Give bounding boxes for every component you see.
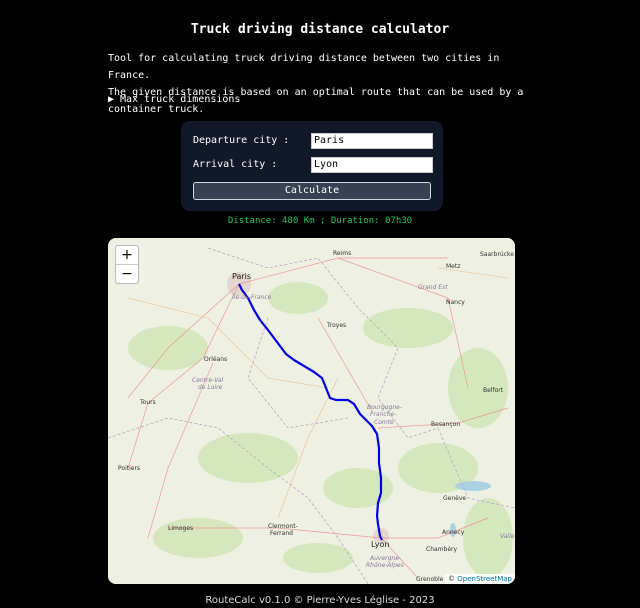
map-label-centre-val: Centre-Val (192, 377, 224, 384)
map-attribution: © OpenStreetMap (445, 574, 515, 584)
truck-dimensions-toggle[interactable]: ▶ Max truck dimensions (108, 94, 240, 105)
zoom-control: + − (115, 245, 139, 284)
map-label-metz: Metz (446, 263, 460, 270)
map-label-geneve: Genève (443, 495, 466, 502)
attribution-prefix: © (448, 575, 458, 583)
page-title: Truck driving distance calculator (190, 22, 450, 37)
arrival-city-input[interactable]: Lyon (311, 157, 433, 173)
map-label-valle: Valle (500, 533, 515, 540)
map-label-belfort: Belfort (483, 387, 504, 394)
map-label-troyes: Troyes (326, 322, 346, 329)
map-label-clermont: Clermont- (268, 523, 298, 530)
map-label-auvergne: Auvergne- (369, 555, 401, 562)
zoom-out-button[interactable]: − (116, 265, 138, 283)
map-label-nancy: Nancy (446, 299, 465, 306)
map-label-lyon: Lyon (371, 540, 389, 549)
map-label-chambery: Chambéry (426, 546, 457, 553)
departure-city-input[interactable]: Paris (311, 133, 433, 149)
route-result: Distance: 480 Km ; Duration: 07h30 (227, 216, 413, 226)
map-label-bourgogne: Bourgogne- (367, 404, 402, 411)
description-line: Tool for calculating truck driving dista… (108, 53, 500, 81)
map-label-besancon: Besançon (431, 421, 460, 428)
map-label-ferrand: Ferrand (270, 530, 293, 537)
calculate-button[interactable]: Calculate (193, 182, 431, 200)
route-form: Departure city : Paris Arrival city : Ly… (181, 121, 443, 211)
map-label-poitiers: Poitiers (118, 465, 140, 472)
route-map[interactable]: Reims Saarbrücke Metz Paris Grand Est Na… (108, 238, 515, 584)
map-label-grand-est: Grand Est (418, 284, 448, 291)
arrival-label: Arrival city : (193, 159, 278, 170)
map-label-franche: Franche- (370, 411, 396, 418)
map-label-rhone-alpes: Rhône-Alpes (366, 562, 404, 569)
map-label-paris: Paris (232, 272, 251, 281)
map-label-orleans: Orléans (204, 356, 227, 363)
map-label-comte: Comté (374, 419, 394, 426)
map-label-reims: Reims (333, 250, 351, 257)
zoom-in-button[interactable]: + (116, 246, 138, 265)
map-label-limoges: Limoges (168, 525, 193, 532)
map-label-ile-de-france: Île-de-France (232, 294, 272, 301)
openstreetmap-link[interactable]: OpenStreetMap (457, 575, 512, 583)
map-label-de-loire: de Loire (198, 384, 223, 391)
map-label-annecy: Annecy (442, 529, 465, 536)
map-tiles[interactable]: Reims Saarbrücke Metz Paris Grand Est Na… (108, 238, 515, 584)
map-label-saarbrucken: Saarbrücke (480, 251, 514, 258)
footer: RouteCalc v0.1.0 © Pierre-Yves Léglise -… (205, 595, 435, 606)
description: Tool for calculating truck driving dista… (108, 50, 528, 118)
map-label-grenoble: Grenoble (416, 576, 444, 583)
map-label-tours: Tours (139, 399, 156, 406)
departure-label: Departure city : (193, 135, 290, 146)
